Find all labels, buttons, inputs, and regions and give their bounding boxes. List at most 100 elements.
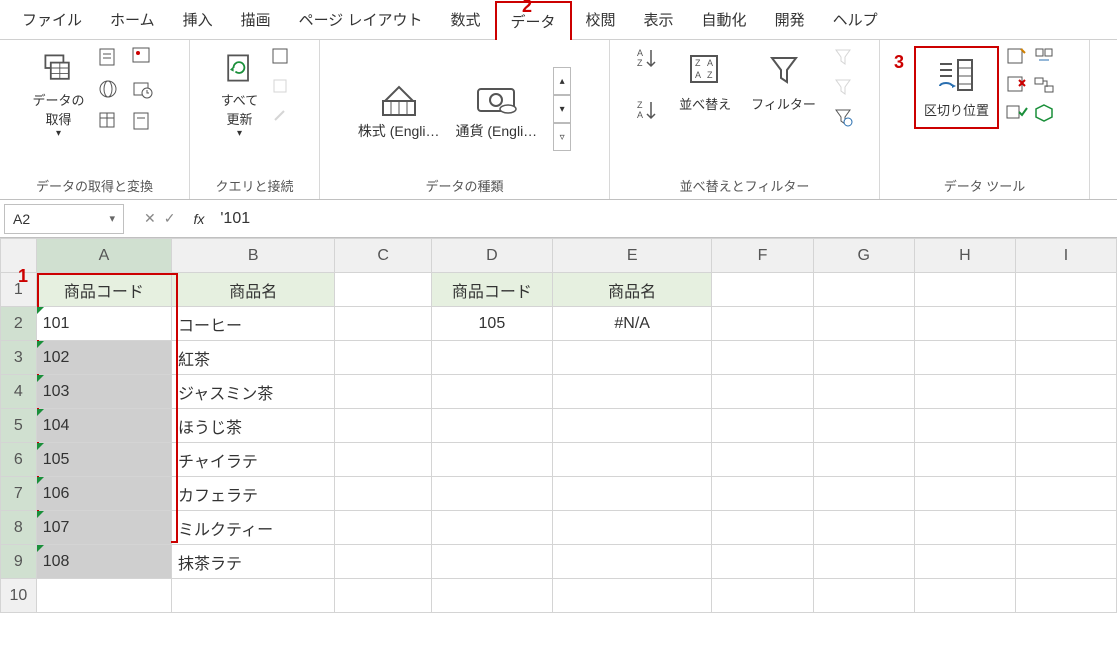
cell[interactable] [431, 477, 552, 511]
get-data-button[interactable]: データの 取得 ▾ [28, 46, 88, 143]
cell[interactable] [712, 579, 813, 613]
cell[interactable] [552, 511, 712, 545]
cancel-icon[interactable]: ✕ [144, 210, 156, 227]
cell[interactable]: ジャスミン茶 [172, 375, 335, 409]
relationships-icon[interactable] [1033, 74, 1055, 96]
tab-help[interactable]: ヘルプ [819, 1, 892, 38]
cell[interactable] [335, 443, 431, 477]
cell[interactable] [914, 409, 1015, 443]
cell[interactable] [712, 375, 813, 409]
consolidate-icon[interactable] [1033, 46, 1055, 68]
cell[interactable] [335, 375, 431, 409]
cell[interactable]: 108 [36, 545, 171, 579]
cell[interactable] [1016, 545, 1117, 579]
cell[interactable]: 商品コード [36, 273, 171, 307]
tab-formulas[interactable]: 数式 [436, 1, 494, 38]
cell[interactable]: #N/A [552, 307, 712, 341]
cell[interactable] [914, 477, 1015, 511]
col-header[interactable]: I [1016, 239, 1117, 273]
cell[interactable] [552, 409, 712, 443]
data-validation-icon[interactable] [1005, 102, 1027, 124]
row-header[interactable]: 2 [1, 307, 37, 341]
text-to-columns-button[interactable]: 区切り位置 [920, 52, 993, 123]
cell[interactable]: 107 [36, 511, 171, 545]
remove-dup-icon[interactable] [1005, 74, 1027, 96]
cell[interactable]: 105 [36, 443, 171, 477]
refresh-all-button[interactable]: すべて 更新 ▾ [217, 46, 263, 143]
cell[interactable]: 105 [431, 307, 552, 341]
currency-type-button[interactable]: 通貨 (Engli… [456, 77, 538, 141]
cell[interactable] [552, 341, 712, 375]
cell[interactable] [36, 579, 171, 613]
from-web-icon[interactable] [97, 78, 119, 100]
col-header[interactable]: H [914, 239, 1015, 273]
cell[interactable] [335, 273, 431, 307]
cell[interactable] [914, 273, 1015, 307]
cell[interactable] [914, 545, 1015, 579]
row-header[interactable]: 4 [1, 375, 37, 409]
cell[interactable] [1016, 375, 1117, 409]
cell[interactable] [813, 443, 914, 477]
cell[interactable] [552, 579, 712, 613]
cell[interactable] [712, 273, 813, 307]
row-header[interactable]: 3 [1, 341, 37, 375]
cell[interactable] [335, 477, 431, 511]
cell[interactable] [813, 375, 914, 409]
cell[interactable] [552, 545, 712, 579]
confirm-icon[interactable]: ✓ [164, 210, 176, 227]
grid-table[interactable]: A B C D E F G H I 1 商品コード 商品名 商品コード 商品名 … [0, 238, 1117, 613]
cell[interactable] [335, 307, 431, 341]
cell[interactable]: コーヒー [172, 307, 335, 341]
cell[interactable] [335, 579, 431, 613]
cell[interactable]: 106 [36, 477, 171, 511]
cell[interactable] [335, 511, 431, 545]
cell[interactable]: 102 [36, 341, 171, 375]
from-table-icon[interactable] [97, 110, 119, 132]
cell[interactable] [914, 443, 1015, 477]
flash-fill-icon[interactable] [1005, 46, 1027, 68]
row-header[interactable]: 8 [1, 511, 37, 545]
tab-automate[interactable]: 自動化 [688, 1, 761, 38]
tab-developer[interactable]: 開発 [761, 1, 819, 38]
cell[interactable] [1016, 409, 1117, 443]
cell[interactable] [431, 579, 552, 613]
row-header[interactable]: 7 [1, 477, 37, 511]
recent-sources-icon[interactable] [131, 78, 153, 100]
cell[interactable] [431, 409, 552, 443]
cell[interactable] [813, 341, 914, 375]
advanced-filter-icon[interactable] [832, 106, 854, 128]
col-header[interactable]: D [431, 239, 552, 273]
cell[interactable] [712, 443, 813, 477]
cell[interactable] [712, 511, 813, 545]
tab-data[interactable]: データ [495, 1, 572, 40]
row-header[interactable]: 9 [1, 545, 37, 579]
cell[interactable] [172, 579, 335, 613]
cell[interactable]: 抹茶ラテ [172, 545, 335, 579]
stock-type-button[interactable]: 株式 (Engli… [358, 77, 440, 141]
col-header[interactable]: C [335, 239, 431, 273]
expand-icon[interactable]: ▿ [553, 123, 571, 151]
tab-home[interactable]: ホーム [96, 1, 169, 38]
cell[interactable]: 商品コード [431, 273, 552, 307]
col-header[interactable]: F [712, 239, 813, 273]
tab-page-layout[interactable]: ページ レイアウト [285, 1, 437, 38]
edit-links-icon[interactable] [270, 106, 292, 128]
cell[interactable] [914, 307, 1015, 341]
cell[interactable] [431, 375, 552, 409]
cell[interactable] [1016, 443, 1117, 477]
cell[interactable] [813, 273, 914, 307]
cell[interactable] [813, 579, 914, 613]
cell[interactable] [914, 375, 1015, 409]
cell[interactable] [914, 511, 1015, 545]
cell[interactable] [1016, 579, 1117, 613]
col-header[interactable]: G [813, 239, 914, 273]
row-header[interactable]: 5 [1, 409, 37, 443]
cell[interactable] [712, 545, 813, 579]
col-header[interactable]: B [172, 239, 335, 273]
cell[interactable]: 紅茶 [172, 341, 335, 375]
from-text-icon[interactable] [97, 46, 119, 68]
cell[interactable] [813, 545, 914, 579]
cell[interactable]: 104 [36, 409, 171, 443]
name-box[interactable]: A2 ▾ [4, 204, 124, 234]
col-header[interactable]: A [36, 239, 171, 273]
